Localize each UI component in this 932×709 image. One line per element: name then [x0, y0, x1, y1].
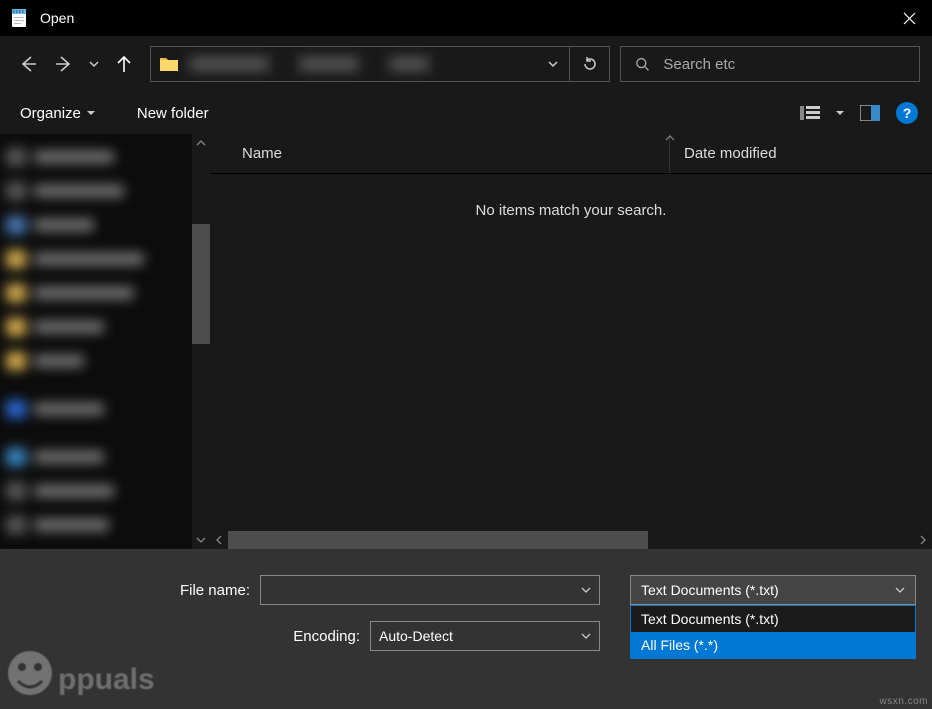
- scroll-thumb[interactable]: [192, 224, 210, 344]
- filetype-options-list: Text Documents (*.txt) All Files (*.*): [630, 605, 916, 659]
- preview-pane-button[interactable]: [856, 99, 884, 127]
- footer-panel: File name: Encoding: Auto-Detect Text Do…: [0, 549, 932, 709]
- filetype-dropdown[interactable]: Text Documents (*.txt) Text Documents (*…: [630, 575, 916, 659]
- encoding-select[interactable]: Auto-Detect: [370, 621, 600, 651]
- arrow-up-icon: [114, 54, 134, 74]
- recent-locations-button[interactable]: [84, 48, 104, 80]
- horizontal-scrollbar[interactable]: [210, 531, 932, 549]
- address-bar[interactable]: [150, 46, 610, 82]
- sort-indicator-icon: [665, 134, 675, 142]
- empty-message: No items match your search.: [210, 174, 932, 219]
- chevron-down-icon: [547, 58, 559, 70]
- help-icon: ?: [903, 105, 912, 121]
- help-button[interactable]: ?: [896, 102, 918, 124]
- scroll-up-button[interactable]: [192, 134, 210, 152]
- filename-label: File name:: [0, 582, 260, 599]
- encoding-label: Encoding:: [0, 628, 370, 645]
- folder-icon: [159, 55, 179, 73]
- navigation-bar: [0, 36, 932, 92]
- address-path: [189, 54, 537, 74]
- search-icon: [635, 56, 649, 72]
- chevron-down-icon: [88, 58, 100, 70]
- view-options-button[interactable]: [796, 99, 824, 127]
- forward-button[interactable]: [48, 48, 80, 80]
- source-watermark: wsxn.com: [880, 696, 928, 707]
- scroll-thumb[interactable]: [228, 531, 648, 549]
- notepad-icon: [10, 8, 30, 28]
- title-bar: Open: [0, 0, 932, 36]
- preview-pane-icon: [860, 105, 880, 121]
- organize-button[interactable]: Organize: [14, 101, 101, 126]
- column-header-date[interactable]: Date modified: [670, 145, 777, 162]
- filetype-option[interactable]: Text Documents (*.txt): [631, 606, 915, 632]
- close-button[interactable]: [886, 0, 932, 36]
- arrow-right-icon: [54, 54, 74, 74]
- filetype-selected[interactable]: Text Documents (*.txt): [630, 575, 916, 605]
- scroll-left-button[interactable]: [210, 531, 228, 549]
- column-headers: Name Date modified: [210, 134, 932, 174]
- up-button[interactable]: [108, 48, 140, 80]
- body-area: Name Date modified No items match your s…: [0, 134, 932, 549]
- column-header-name[interactable]: Name: [210, 134, 670, 173]
- arrow-left-icon: [18, 54, 38, 74]
- organize-label: Organize: [20, 105, 81, 122]
- navigation-tree[interactable]: [0, 134, 210, 549]
- chevron-down-icon: [895, 585, 905, 595]
- filename-input[interactable]: [260, 575, 600, 605]
- back-button[interactable]: [12, 48, 44, 80]
- watermark-logo: ppuals: [4, 649, 174, 705]
- filetype-option[interactable]: All Files (*.*): [631, 632, 915, 658]
- chevron-down-icon: [581, 631, 591, 641]
- svg-text:ppuals: ppuals: [58, 663, 155, 696]
- new-folder-label: New folder: [137, 105, 209, 122]
- scroll-right-button[interactable]: [914, 531, 932, 549]
- scroll-down-button[interactable]: [192, 531, 210, 549]
- close-icon: [903, 12, 916, 25]
- view-list-icon: [800, 104, 820, 122]
- caret-down-icon: [87, 109, 95, 117]
- toolbar: Organize New folder ?: [0, 92, 932, 134]
- file-list-area: Name Date modified No items match your s…: [210, 134, 932, 549]
- search-input[interactable]: [663, 56, 919, 73]
- refresh-icon: [582, 56, 598, 72]
- tree-scrollbar[interactable]: [192, 134, 210, 549]
- caret-down-icon[interactable]: [836, 109, 844, 117]
- new-folder-button[interactable]: New folder: [131, 101, 215, 126]
- refresh-button[interactable]: [569, 46, 609, 82]
- chevron-down-icon: [581, 585, 591, 595]
- address-dropdown-button[interactable]: [537, 47, 569, 81]
- window-title: Open: [40, 10, 886, 26]
- search-box[interactable]: [620, 46, 920, 82]
